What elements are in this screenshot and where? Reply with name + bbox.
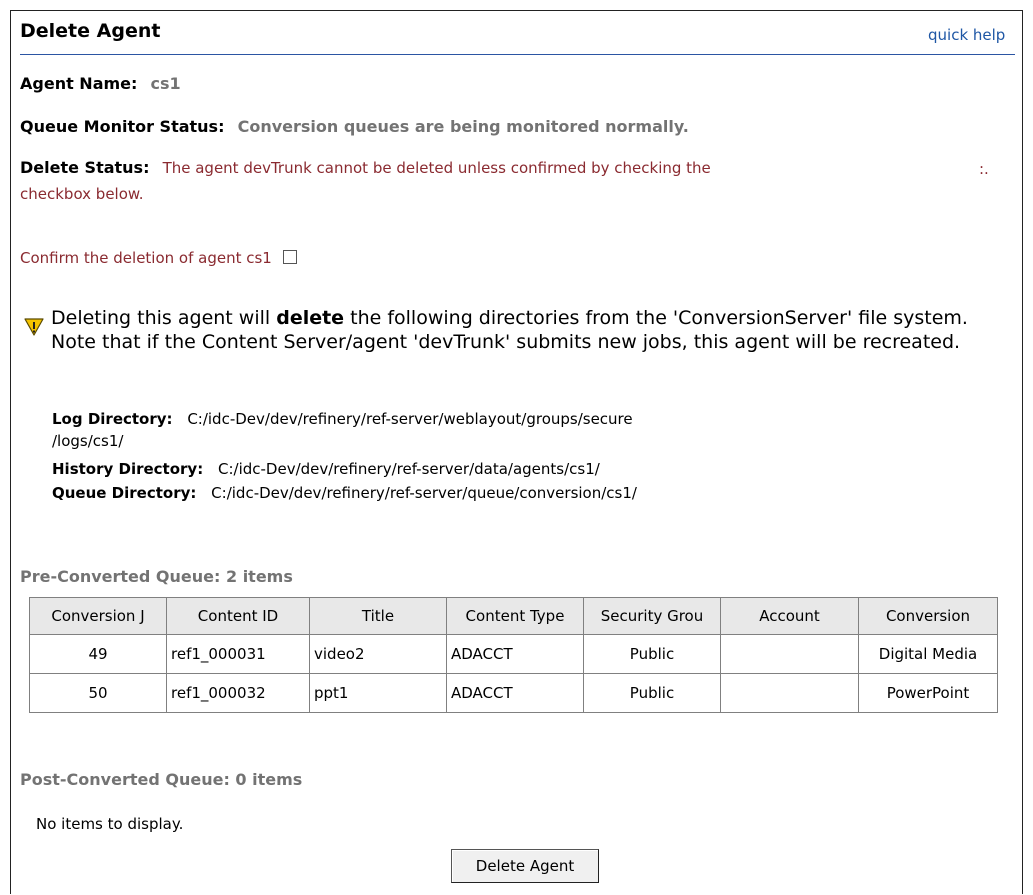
cell-content-type: ADACCT <box>446 634 584 674</box>
cell-security-group: Public <box>583 673 721 713</box>
delete-status-message-cont: checkbox below. <box>20 185 144 203</box>
queue-directory-value: C:/idc-Dev/dev/refinery/ref-server/queue… <box>211 484 637 502</box>
cell-title: video2 <box>309 634 447 674</box>
history-directory-value: C:/idc-Dev/dev/refinery/ref-server/data/… <box>217 460 600 478</box>
queue-directory-row: Queue Directory: C:/idc-Dev/dev/refinery… <box>52 484 637 502</box>
cell-security-group: Public <box>583 634 721 674</box>
cell-conversion-job: 49 <box>29 634 167 674</box>
log-directory-row: Log Directory: C:/idc-Dev/dev/refinery/r… <box>52 410 633 428</box>
cell-conversion: PowerPoint <box>858 673 998 713</box>
cell-content-id: ref1_000032 <box>166 673 310 713</box>
title-divider <box>20 54 1015 55</box>
log-directory-label: Log Directory: <box>52 410 173 428</box>
cell-content-type: ADACCT <box>446 673 584 713</box>
queue-monitor-value: Conversion queues are being monitored no… <box>237 117 689 136</box>
quick-help-link[interactable]: quick help <box>928 26 1005 44</box>
column-header-content-id[interactable]: Content ID <box>166 597 310 635</box>
pre-converted-queue-heading: Pre-Converted Queue: 2 items <box>20 567 293 586</box>
delete-status-trailing: :. <box>979 160 989 178</box>
column-header-security-group[interactable]: Security Grou <box>583 597 721 635</box>
post-converted-queue-heading: Post-Converted Queue: 0 items <box>20 770 303 789</box>
cell-account <box>720 634 859 674</box>
warning-text-emphasis: delete <box>276 307 345 329</box>
column-header-title[interactable]: Title <box>309 597 447 635</box>
cell-account <box>720 673 859 713</box>
queue-directory-label: Queue Directory: <box>52 484 197 502</box>
history-directory-row: History Directory: C:/idc-Dev/dev/refine… <box>52 460 600 478</box>
agent-name-row: Agent Name: cs1 <box>20 74 181 93</box>
cell-conversion: Digital Media <box>858 634 998 674</box>
delete-agent-panel <box>10 10 1023 894</box>
confirm-delete-checkbox[interactable] <box>282 250 297 264</box>
table-row: 50 ref1_000032 ppt1 ADACCT Public PowerP… <box>29 673 998 713</box>
warning-text-part: Deleting this agent will <box>51 307 277 329</box>
warning-message: Deleting this agent will delete the foll… <box>51 306 1001 354</box>
pre-converted-queue-table: Conversion J Content ID Title Content Ty… <box>29 597 998 713</box>
agent-name-label: Agent Name: <box>20 74 138 93</box>
delete-status-label: Delete Status: <box>20 158 150 177</box>
log-directory-value-cont: /logs/cs1/ <box>52 432 124 450</box>
delete-status-message: The agent devTrunk cannot be deleted unl… <box>162 159 711 177</box>
history-directory-label: History Directory: <box>52 460 204 478</box>
queue-monitor-label: Queue Monitor Status: <box>20 117 225 136</box>
cell-content-id: ref1_000031 <box>166 634 310 674</box>
cell-conversion-job: 50 <box>29 673 167 713</box>
queue-monitor-row: Queue Monitor Status: Conversion queues … <box>20 117 689 136</box>
confirm-row: Confirm the deletion of agent cs1 <box>20 248 297 267</box>
delete-agent-button[interactable]: Delete Agent <box>451 849 599 883</box>
agent-name-value: cs1 <box>150 74 181 93</box>
column-header-conversion[interactable]: Conversion <box>858 597 998 635</box>
table-row: 49 ref1_000031 video2 ADACCT Public Digi… <box>29 634 998 674</box>
confirm-label: Confirm the deletion of agent cs1 <box>20 249 272 267</box>
warning-triangle-icon <box>24 318 44 336</box>
page-title: Delete Agent <box>20 20 161 42</box>
column-header-account[interactable]: Account <box>720 597 859 635</box>
table-header-row: Conversion J Content ID Title Content Ty… <box>29 597 998 635</box>
delete-status-row: Delete Status: The agent devTrunk cannot… <box>20 158 711 177</box>
column-header-conversion-job[interactable]: Conversion J <box>29 597 167 635</box>
empty-queue-message: No items to display. <box>36 815 184 833</box>
cell-title: ppt1 <box>309 673 447 713</box>
log-directory-value: C:/idc-Dev/dev/refinery/ref-server/webla… <box>187 410 633 428</box>
column-header-content-type[interactable]: Content Type <box>446 597 584 635</box>
